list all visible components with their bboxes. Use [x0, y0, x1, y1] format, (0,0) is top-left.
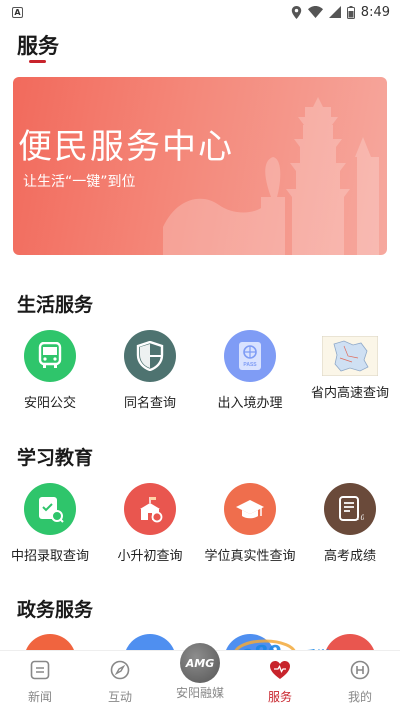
service-item-primary-to-middle[interactable]: 小升初查询: [100, 483, 200, 564]
title-underline: [29, 60, 46, 63]
tab-label: 互动: [107, 690, 132, 704]
notification-icon: A: [12, 6, 23, 18]
life-services-grid: 安阳公交 同名查询 PASS 出入境办理 省内高速查询: [0, 330, 400, 411]
education-grid: 中招录取查询 小升初查询 学位真实性查询 100 高考成绩: [0, 483, 400, 564]
service-item-label: 小升初查询: [117, 549, 183, 564]
bottom-tab-bar: 新闻 互动 AMG 安阳融媒 服务 我的: [0, 643, 400, 711]
location-icon: [291, 5, 302, 19]
service-item-bus[interactable]: 安阳公交: [0, 330, 100, 411]
blue-circle-icon: [124, 634, 176, 650]
battery-icon: [346, 5, 355, 19]
amg-logo-icon: AMG: [180, 643, 220, 683]
service-item-high-school-admission[interactable]: 中招录取查询: [0, 483, 100, 564]
wifi-icon: [307, 6, 323, 18]
tab-interact[interactable]: 互动: [80, 651, 160, 711]
school-icon: [124, 483, 176, 535]
tab-label: 安阳融媒: [175, 686, 224, 700]
heart-icon: [269, 659, 291, 681]
status-bar: A 8:49: [0, 0, 400, 24]
page-title: 服务: [17, 34, 59, 58]
tab-label: 服务: [267, 690, 292, 704]
svg-text:PASS: PASS: [243, 362, 257, 368]
service-item-gaokao-score[interactable]: 100 高考成绩: [300, 483, 400, 564]
score-sheet-icon: 100: [324, 483, 376, 535]
service-item-same-name-query[interactable]: 同名查询: [100, 330, 200, 411]
passport-icon: PASS: [224, 330, 276, 382]
map-icon: [322, 336, 378, 376]
svg-text:100: 100: [356, 514, 364, 522]
tab-label: 新闻: [27, 690, 52, 704]
orange-circle-icon: [24, 634, 76, 650]
service-center-banner[interactable]: 便民服务中心 让生活“一键”到位: [13, 77, 387, 255]
compass-icon: [109, 659, 131, 681]
section-title-life-services: 生活服务: [17, 294, 94, 316]
service-item-degree-verification[interactable]: 学位真实性查询: [200, 483, 300, 564]
profile-icon: [349, 659, 371, 681]
service-item-label: 高考成绩: [323, 549, 376, 564]
clock: 8:49: [360, 4, 390, 20]
shield-icon: [124, 330, 176, 382]
tab-label: 我的: [347, 690, 372, 704]
service-item-label: 出入境办理: [217, 396, 283, 411]
banner-subtitle: 让生活“一键”到位: [23, 174, 136, 190]
signal-icon: [328, 6, 341, 18]
banner-title: 便民服务中心: [18, 127, 234, 167]
graduation-cap-icon: [224, 483, 276, 535]
tab-profile[interactable]: 我的: [320, 651, 400, 711]
tab-news[interactable]: 新闻: [0, 651, 80, 711]
service-item-exit-entry[interactable]: PASS 出入境办理: [200, 330, 300, 411]
government-service-item[interactable]: [0, 634, 100, 650]
tab-services[interactable]: 服务: [240, 651, 320, 711]
service-item-label: 安阳公交: [23, 396, 76, 411]
section-title-government-services: 政务服务: [17, 599, 94, 621]
section-title-education: 学习教育: [17, 447, 94, 469]
service-item-label: 同名查询: [123, 396, 176, 411]
service-item-highway-query[interactable]: 省内高速查询: [300, 330, 400, 401]
service-item-label: 学位真实性查询: [204, 549, 296, 564]
service-item-label: 省内高速查询: [310, 386, 389, 401]
tab-anyang-media[interactable]: AMG 安阳融媒: [160, 643, 240, 711]
service-item-label: 中招录取查询: [10, 549, 89, 564]
bus-icon: [24, 330, 76, 382]
government-service-item[interactable]: [100, 634, 200, 650]
checklist-icon: [24, 483, 76, 535]
news-icon: [29, 659, 51, 681]
